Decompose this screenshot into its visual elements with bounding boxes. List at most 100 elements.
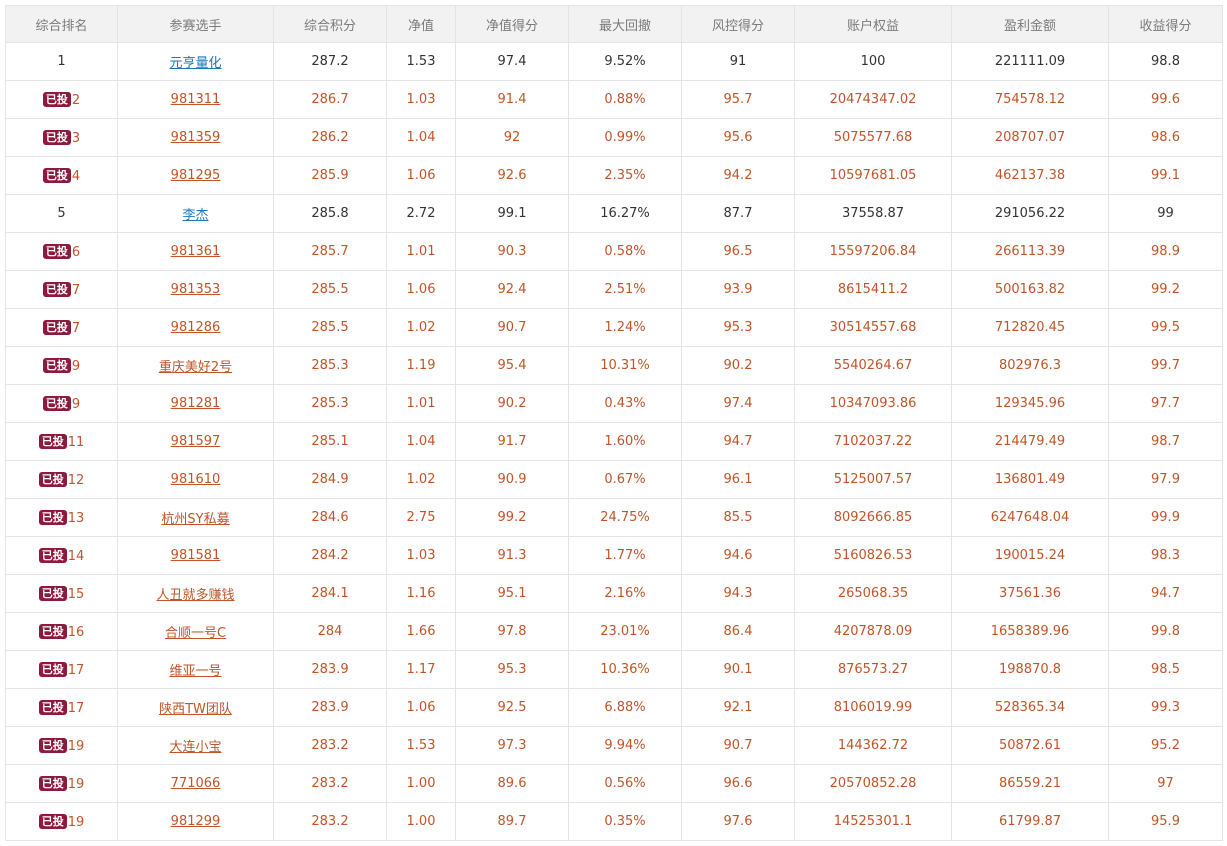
- profit-cell: 37561.36: [951, 574, 1109, 613]
- header-nav[interactable]: 净值: [386, 5, 456, 43]
- table-row: 已投 19 771066 283.2 1.00 89.6 0.56% 96.6 20570852…: [5, 764, 1223, 803]
- table-row: 已投 12 981610 284.9 1.02 90.9 0.67% 96.1 5125007.…: [5, 460, 1223, 499]
- nav-score-cell: 90.3: [455, 232, 569, 271]
- player-link[interactable]: 981361: [171, 244, 221, 259]
- rank-cell: 已投 7: [5, 308, 118, 347]
- player-cell: 981311: [117, 80, 274, 119]
- nav-cell: 1.06: [386, 270, 456, 309]
- rank-number: 5: [57, 206, 66, 221]
- table-row: 已投 16 合顺一号C 284 1.66 97.8 23.01% 86.4 4207878.09…: [5, 612, 1223, 651]
- player-link[interactable]: 771066: [171, 776, 221, 791]
- risk-score-cell: 97.6: [681, 802, 795, 841]
- return-score-cell: 99.1: [1108, 156, 1223, 195]
- player-link[interactable]: 981295: [171, 168, 221, 183]
- risk-score-cell: 96.1: [681, 460, 795, 499]
- score-cell: 285.3: [273, 384, 387, 423]
- return-score-cell: 99.5: [1108, 308, 1223, 347]
- nav-cell: 1.06: [386, 688, 456, 727]
- score-cell: 283.9: [273, 650, 387, 689]
- player-cell: 981359: [117, 118, 274, 157]
- player-link[interactable]: 维亚一号: [169, 664, 221, 679]
- equity-cell: 5075577.68: [794, 118, 952, 157]
- score-cell: 285.5: [273, 308, 387, 347]
- return-score-cell: 95.2: [1108, 726, 1223, 765]
- profit-cell: 266113.39: [951, 232, 1109, 271]
- equity-cell: 100: [794, 42, 952, 81]
- drawdown-cell: 10.36%: [568, 650, 682, 689]
- header-score[interactable]: 综合积分: [273, 5, 387, 43]
- nav-score-cell: 89.6: [455, 764, 569, 803]
- risk-score-cell: 90.1: [681, 650, 795, 689]
- table-row: 已投 9 重庆美好2号 285.3 1.19 95.4 10.31% 90.2 5540264.…: [5, 346, 1223, 385]
- table-row: 已投 7 981286 285.5 1.02 90.7 1.24% 95.3 30514557.…: [5, 308, 1223, 347]
- score-cell: 284.1: [273, 574, 387, 613]
- player-link[interactable]: 陕西TW团队: [159, 702, 232, 717]
- equity-cell: 10347093.86: [794, 384, 952, 423]
- header-drawdown[interactable]: 最大回撤: [568, 5, 682, 43]
- drawdown-cell: 9.52%: [568, 42, 682, 81]
- risk-score-cell: 95.3: [681, 308, 795, 347]
- player-link[interactable]: 981597: [171, 434, 221, 449]
- return-score-cell: 99.6: [1108, 80, 1223, 119]
- table-row: 已投 13 杭州SY私募 284.6 2.75 99.2 24.75% 85.5 8092666…: [5, 498, 1223, 537]
- rank-cell: 已投 9: [5, 384, 118, 423]
- header-nav-score[interactable]: 净值得分: [455, 5, 569, 43]
- drawdown-cell: 6.88%: [568, 688, 682, 727]
- rank-number: 4: [71, 168, 81, 184]
- nav-score-cell: 97.8: [455, 612, 569, 651]
- player-link[interactable]: 981610: [171, 472, 221, 487]
- player-link[interactable]: 981281: [171, 396, 221, 411]
- equity-cell: 144362.72: [794, 726, 952, 765]
- player-link[interactable]: 杭州SY私募: [161, 512, 229, 527]
- player-cell: 981286: [117, 308, 274, 347]
- player-cell: 大连小宝: [117, 726, 274, 765]
- rank-cell: 已投 13: [5, 498, 118, 537]
- profit-cell: 61799.87: [951, 802, 1109, 841]
- nav-score-cell: 99.1: [455, 194, 569, 233]
- table-row: 1 元亨量化 287.2 1.53 97.4 9.52% 91 100 221111.09 98.…: [5, 42, 1223, 81]
- player-link[interactable]: 合顺一号C: [165, 626, 226, 641]
- nav-cell: 1.17: [386, 650, 456, 689]
- return-score-cell: 97: [1108, 764, 1223, 803]
- rank-cell: 已投 16: [5, 612, 118, 651]
- nav-score-cell: 91.3: [455, 536, 569, 575]
- equity-cell: 15597206.84: [794, 232, 952, 271]
- invested-badge: 已投: [42, 395, 71, 411]
- profit-cell: 50872.61: [951, 726, 1109, 765]
- player-cell: 981281: [117, 384, 274, 423]
- header-risk-score[interactable]: 风控得分: [681, 5, 795, 43]
- profit-cell: 712820.45: [951, 308, 1109, 347]
- nav-score-cell: 92.6: [455, 156, 569, 195]
- player-link[interactable]: 人丑就多赚钱: [156, 588, 234, 603]
- player-link[interactable]: 981581: [171, 548, 221, 563]
- score-cell: 283.2: [273, 764, 387, 803]
- player-link[interactable]: 981311: [171, 92, 221, 107]
- nav-score-cell: 97.4: [455, 42, 569, 81]
- header-rank[interactable]: 综合排名: [5, 5, 118, 43]
- player-link[interactable]: 重庆美好2号: [159, 360, 232, 375]
- rank-cell: 已投 19: [5, 764, 118, 803]
- player-link[interactable]: 981359: [171, 130, 221, 145]
- player-link[interactable]: 981353: [171, 282, 221, 297]
- header-equity[interactable]: 账户权益: [794, 5, 952, 43]
- score-cell: 285.8: [273, 194, 387, 233]
- drawdown-cell: 1.24%: [568, 308, 682, 347]
- player-link[interactable]: 大连小宝: [169, 740, 221, 755]
- player-cell: 981610: [117, 460, 274, 499]
- table-row: 已投 15 人丑就多赚钱 284.1 1.16 95.1 2.16% 94.3 265068.3…: [5, 574, 1223, 613]
- rank-cell: 已投 2: [5, 80, 118, 119]
- player-link[interactable]: 李杰: [182, 208, 208, 223]
- profit-cell: 462137.38: [951, 156, 1109, 195]
- player-link[interactable]: 981299: [171, 814, 221, 829]
- table-row: 已投 14 981581 284.2 1.03 91.3 1.77% 94.6 5160826.…: [5, 536, 1223, 575]
- nav-score-cell: 90.9: [455, 460, 569, 499]
- equity-cell: 30514557.68: [794, 308, 952, 347]
- player-link[interactable]: 元亨量化: [169, 56, 221, 71]
- header-player[interactable]: 参赛选手: [117, 5, 274, 43]
- header-profit[interactable]: 盈利金额: [951, 5, 1109, 43]
- invested-badge: 已投: [38, 737, 67, 753]
- table-row: 已投 11 981597 285.1 1.04 91.7 1.60% 94.7 7102037.…: [5, 422, 1223, 461]
- header-return-score[interactable]: 收益得分: [1108, 5, 1223, 43]
- player-link[interactable]: 981286: [171, 320, 221, 335]
- risk-score-cell: 94.2: [681, 156, 795, 195]
